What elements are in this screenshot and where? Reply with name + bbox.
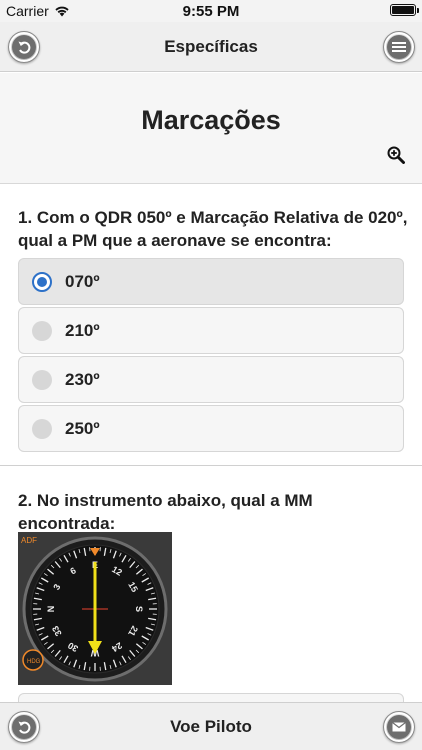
menu-icon <box>387 35 411 59</box>
adf-dial: N36E1215S2124W3033 ADF HDG <box>18 532 172 685</box>
menu-button[interactable] <box>383 31 415 63</box>
bottom-bar: Voe Piloto <box>0 702 422 750</box>
status-time: 9:55 PM <box>182 3 240 20</box>
adf-instrument-image: N36E1215S2124W3033 ADF HDG <box>18 532 172 685</box>
option-label: 230º <box>65 369 100 389</box>
zoom-in-icon[interactable] <box>387 146 405 164</box>
status-bar: Carrier 9:55 PM <box>0 0 422 22</box>
option-210[interactable]: 210º <box>18 307 404 354</box>
question-divider <box>0 465 422 466</box>
nav-bar: Específicas <box>0 22 422 72</box>
radio-selected[interactable] <box>32 271 52 292</box>
radio-unselected[interactable] <box>32 369 52 390</box>
bottom-title: Voe Piloto <box>170 717 252 736</box>
mail-button[interactable] <box>383 711 415 743</box>
option-250[interactable]: 250º <box>18 405 404 452</box>
option-label: 070º <box>65 271 100 291</box>
mail-icon <box>387 715 411 739</box>
question-1-options: 070º 210º 230º 250º <box>18 258 404 454</box>
page-title: Marcações <box>141 105 281 135</box>
adf-label: ADF <box>21 536 37 545</box>
option-070[interactable]: 070º <box>18 258 404 305</box>
hdg-label: HDG <box>27 659 41 665</box>
question-1-text: 1. Com o QDR 050º e Marcação Relativa de… <box>18 208 408 250</box>
title-section: Marcações <box>0 73 422 184</box>
radio-unselected[interactable] <box>32 320 52 341</box>
adf-needle <box>93 562 97 650</box>
radio-unselected[interactable] <box>32 418 52 439</box>
dial-number: N <box>46 606 56 613</box>
battery-icon <box>390 4 419 16</box>
option-label: 210º <box>65 320 100 340</box>
option-label: 250º <box>65 418 100 438</box>
nav-title: Específicas <box>164 37 258 56</box>
question-2-text: 2. No instrumento abaixo, qual a MM enco… <box>18 491 313 533</box>
dial-number: S <box>134 606 144 612</box>
option-230[interactable]: 230º <box>18 356 404 403</box>
